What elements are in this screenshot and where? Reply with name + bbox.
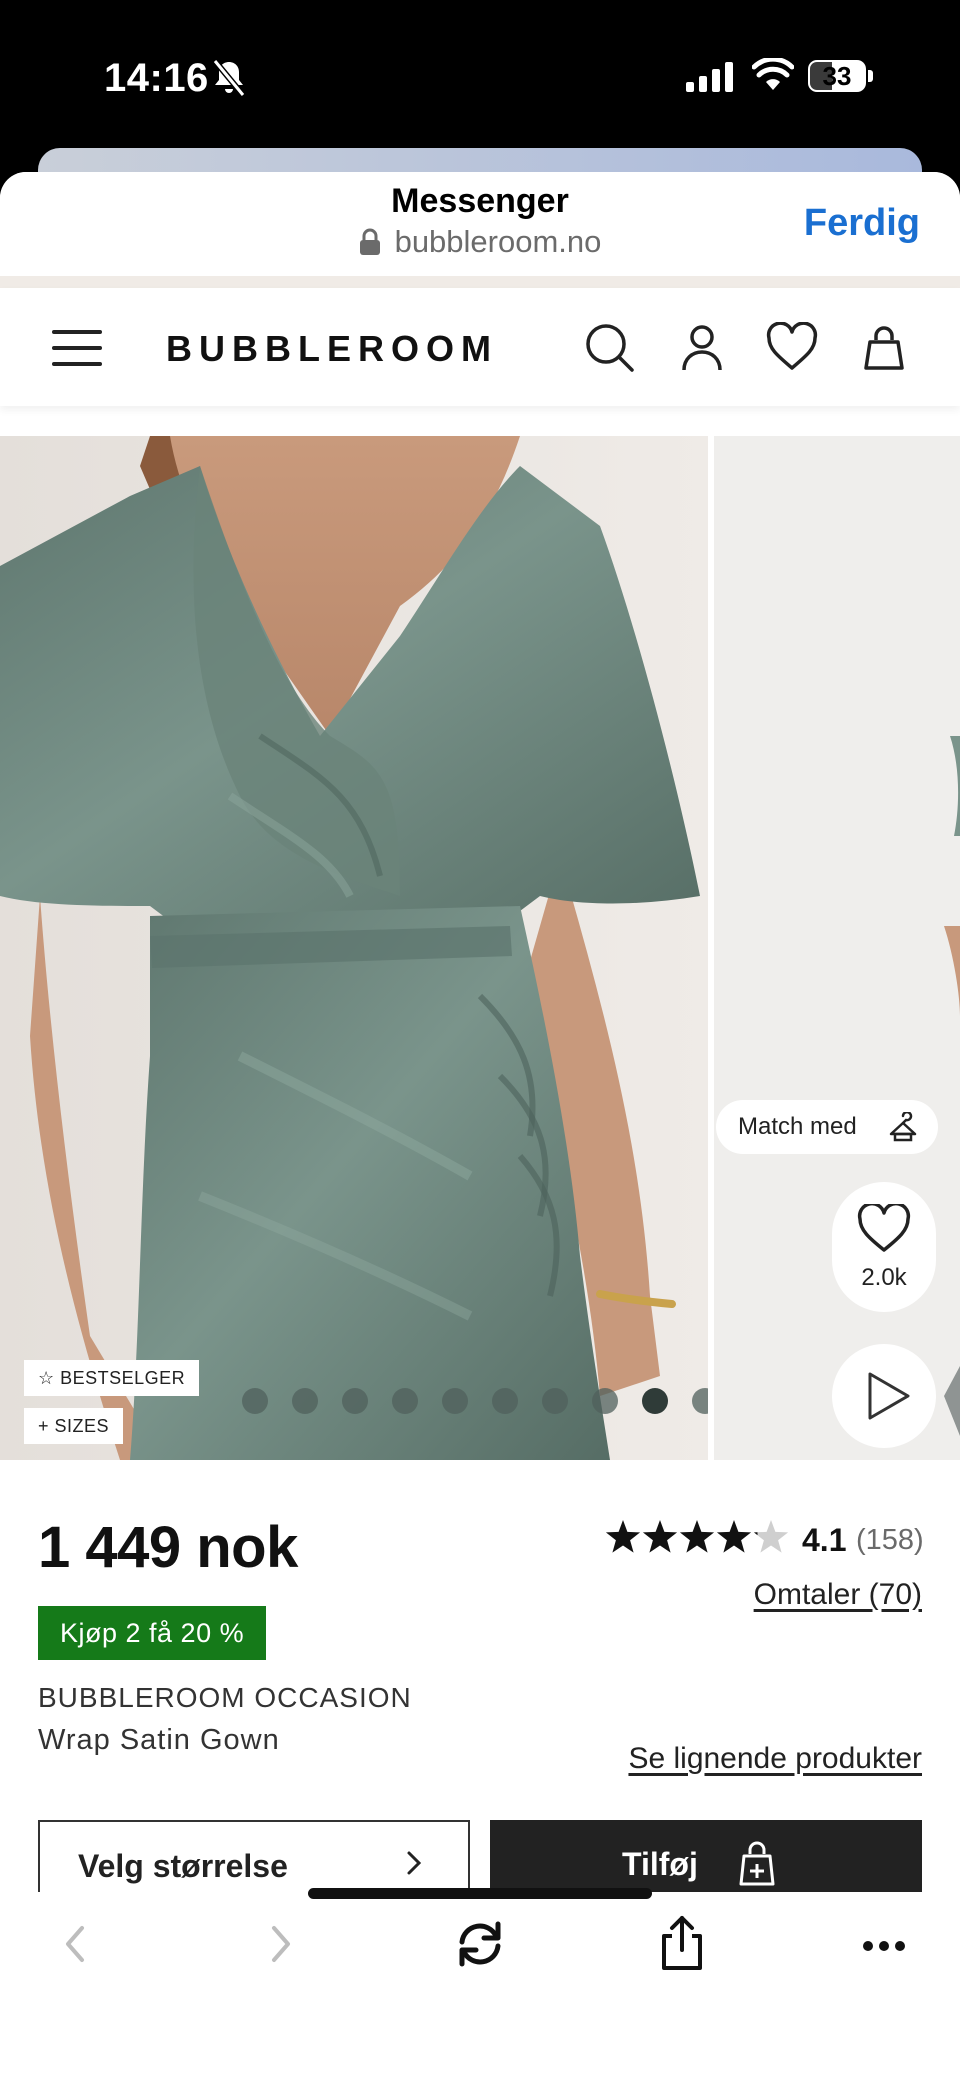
- match-with-label: Match med: [738, 1113, 857, 1140]
- select-size-button[interactable]: Velg størrelse: [38, 1820, 470, 1896]
- match-with-button[interactable]: Match med: [716, 1100, 938, 1154]
- product-gallery[interactable]: ☆ BESTSELGER + SIZES Match med 2.0k: [0, 436, 960, 1460]
- carousel-dot[interactable]: [242, 1388, 268, 1414]
- site-logo[interactable]: BUBBLEROOM: [166, 328, 498, 370]
- site-header: BUBBLEROOM: [0, 288, 960, 406]
- bestseller-badge: ☆ BESTSELGER: [24, 1360, 200, 1396]
- hanger-icon: [889, 1112, 917, 1142]
- next-product-photo[interactable]: [714, 436, 960, 1460]
- product-brand[interactable]: BUBBLEROOM OCCASION: [38, 1682, 412, 1714]
- share-icon[interactable]: [652, 1914, 712, 1974]
- reviews-link[interactable]: Omtaler (70): [754, 1578, 922, 1612]
- browser-header: Messenger bubbleroom.no Ferdig: [0, 172, 960, 276]
- more-options-icon[interactable]: [854, 1914, 914, 1974]
- carousel-dot[interactable]: [442, 1388, 468, 1414]
- rating-value: 4.1: [802, 1522, 847, 1558]
- similar-products-link[interactable]: Se lignende produkter: [628, 1742, 922, 1776]
- carousel-dot[interactable]: [292, 1388, 318, 1414]
- browser-sheet: Messenger bubbleroom.no Ferdig BUBBLEROO…: [0, 172, 960, 2087]
- play-video-button[interactable]: [832, 1344, 936, 1448]
- reload-icon[interactable]: [450, 1914, 510, 1974]
- status-bar: 14:16 33: [0, 0, 960, 150]
- select-size-label: Velg størrelse: [78, 1848, 288, 1884]
- carousel-dot[interactable]: [392, 1388, 418, 1414]
- cellular-signal-icon: [686, 62, 733, 92]
- wifi-icon: [752, 58, 794, 90]
- carousel-dot[interactable]: [542, 1388, 568, 1414]
- wishlist-heart-icon[interactable]: [766, 322, 818, 374]
- add-to-cart-label: Tilføj: [622, 1846, 698, 1882]
- add-to-cart-button[interactable]: Tilføj: [490, 1820, 922, 1896]
- browser-url-text: bubbleroom.no: [394, 224, 602, 259]
- promo-badge: Kjøp 2 få 20 %: [38, 1606, 267, 1660]
- home-indicator[interactable]: [308, 1888, 652, 1899]
- product-name: Wrap Satin Gown: [38, 1724, 280, 1756]
- play-icon: [868, 1372, 910, 1420]
- carousel-dot[interactable]: [592, 1388, 618, 1414]
- product-price: 1 449 nok: [38, 1515, 298, 1580]
- account-icon[interactable]: [676, 322, 728, 374]
- divider-strip: [0, 276, 960, 288]
- browser-toolbar: [0, 1892, 960, 2087]
- star-icon: [716, 1520, 752, 1553]
- lock-icon: [359, 228, 380, 255]
- wishlist-count: 2.0k: [861, 1264, 907, 1291]
- star-icon: [642, 1520, 678, 1553]
- status-time: 14:16: [104, 56, 209, 100]
- shopping-bag-icon[interactable]: [858, 322, 910, 374]
- forward-arrow-icon[interactable]: [250, 1914, 310, 1974]
- sizes-label: SIZES: [54, 1416, 110, 1436]
- bestseller-label: BESTSELGER: [60, 1368, 186, 1388]
- bell-muted-icon: [212, 59, 246, 97]
- back-arrow-icon[interactable]: [46, 1914, 106, 1974]
- rating-stars[interactable]: [604, 1518, 794, 1558]
- product-photo[interactable]: ☆ BESTSELGER + SIZES: [0, 436, 708, 1460]
- battery-level: 33: [822, 61, 852, 91]
- bag-plus-icon: [739, 1841, 775, 1886]
- search-icon[interactable]: [584, 322, 636, 374]
- hamburger-menu-icon[interactable]: [52, 330, 102, 366]
- heart-icon: [857, 1204, 911, 1252]
- carousel-dot[interactable]: [342, 1388, 368, 1414]
- done-button[interactable]: Ferdig: [804, 202, 920, 245]
- rating-count: (158): [856, 1524, 924, 1556]
- battery-indicator: 33: [808, 60, 874, 92]
- chevron-right-icon: [407, 1851, 422, 1875]
- wishlist-button[interactable]: 2.0k: [832, 1182, 936, 1312]
- star-icon: [679, 1520, 715, 1553]
- star-icon: [605, 1520, 641, 1553]
- dress-photo-illustration: [0, 436, 708, 1460]
- carousel-dot[interactable]: [642, 1388, 668, 1414]
- carousel-dot[interactable]: [492, 1388, 518, 1414]
- next-photo-illustration: [714, 436, 960, 1460]
- star-icon: [753, 1520, 789, 1553]
- sizes-badge: + SIZES: [24, 1408, 124, 1444]
